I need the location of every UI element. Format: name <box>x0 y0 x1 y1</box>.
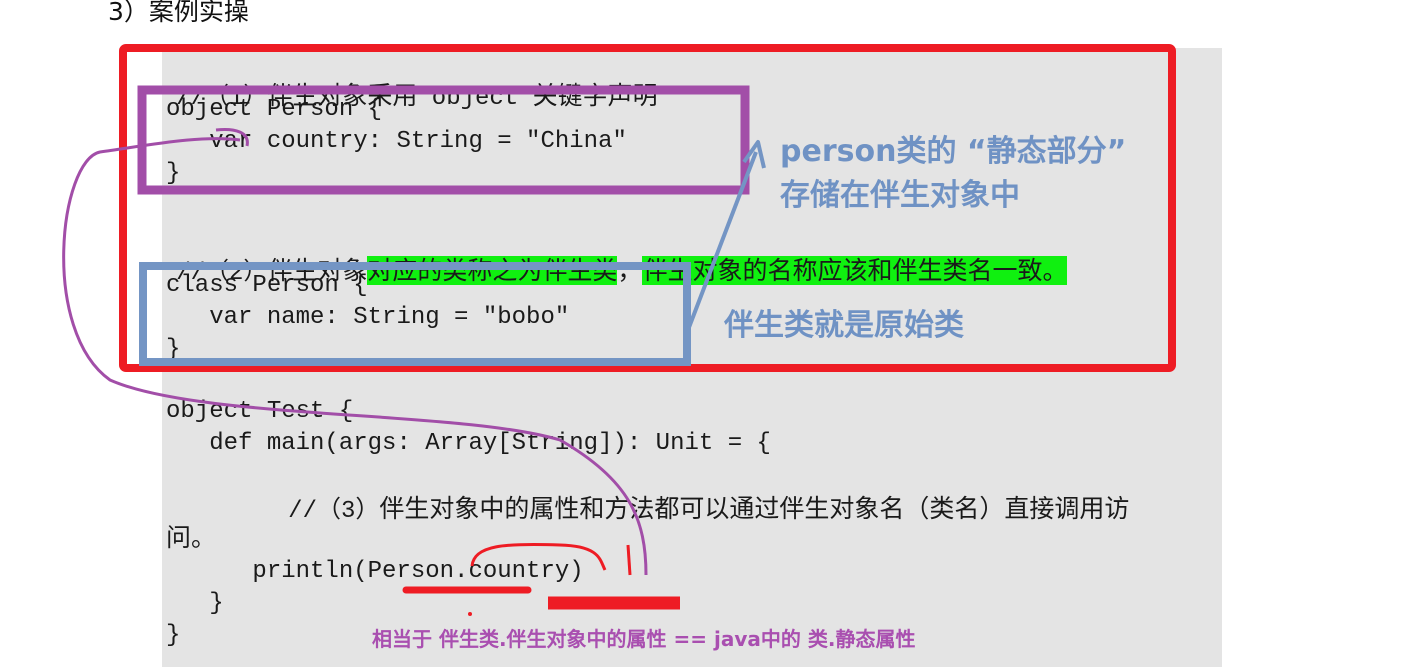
markup-overlay <box>62 44 1176 616</box>
red-dot <box>468 612 472 616</box>
purple-curve-arrow <box>62 137 648 576</box>
blue-box <box>139 262 691 366</box>
blue-arrow-line <box>686 151 758 331</box>
red-frame <box>119 44 1176 372</box>
red-tick <box>626 544 632 576</box>
red-connector <box>470 542 607 571</box>
